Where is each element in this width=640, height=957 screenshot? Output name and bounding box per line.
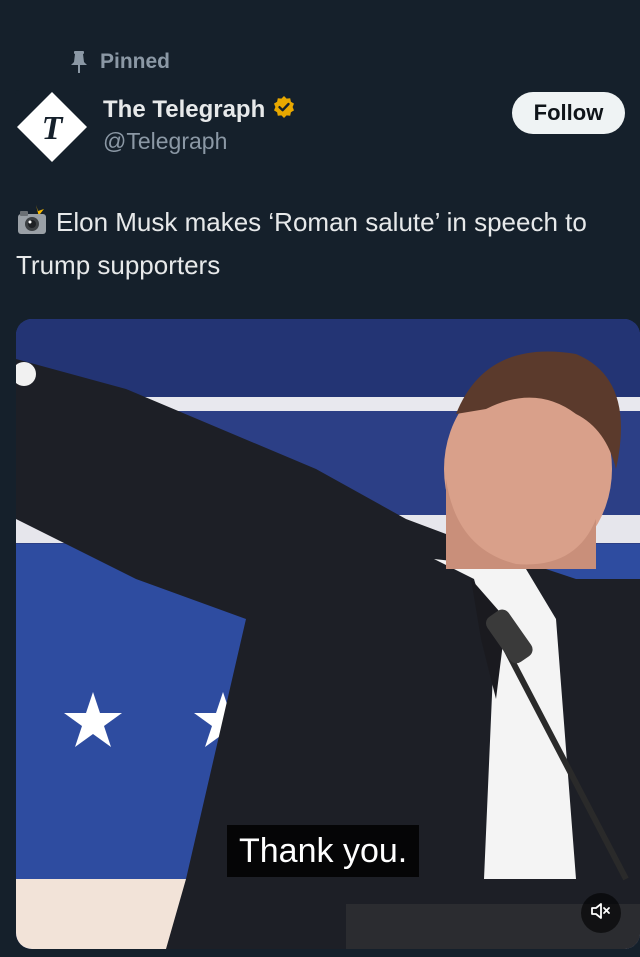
pin-icon — [70, 51, 88, 73]
display-name[interactable]: The Telegraph — [103, 96, 265, 124]
pinned-indicator: Pinned — [70, 50, 170, 74]
account-info[interactable]: The Telegraph @Telegraph — [103, 95, 296, 155]
svg-text:T: T — [42, 110, 64, 147]
camera-flash-icon — [16, 205, 50, 246]
video-player[interactable]: Thank you. — [16, 319, 640, 949]
follow-button[interactable]: Follow — [512, 92, 625, 134]
tweet-text: Elon Musk makes ‘Roman salute’ in speech… — [16, 203, 636, 285]
video-caption: Thank you. — [227, 825, 420, 877]
tweet-card[interactable]: Pinned T The Telegraph @Telegraph Follow — [0, 0, 640, 957]
volume-muted-icon — [590, 901, 612, 926]
pinned-label: Pinned — [100, 50, 171, 73]
mute-button[interactable] — [581, 893, 621, 933]
account-handle[interactable]: @Telegraph — [103, 128, 296, 155]
avatar[interactable]: T — [15, 90, 89, 164]
verified-badge-icon — [272, 95, 296, 124]
tweet-body: Elon Musk makes ‘Roman salute’ in speech… — [16, 207, 587, 280]
